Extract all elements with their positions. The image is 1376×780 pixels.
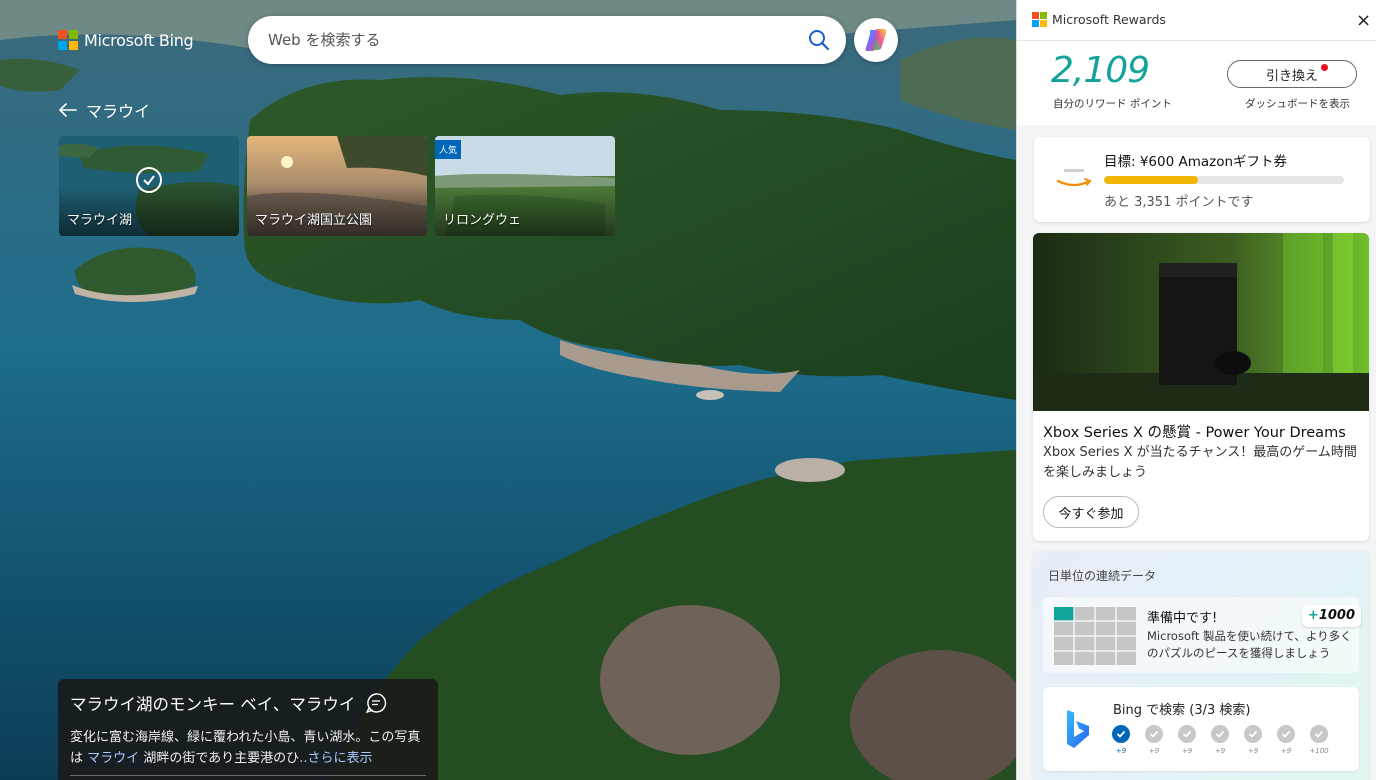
search-icon[interactable] [808,29,830,51]
caption-middle: 湖畔の街であり主要港のひ [143,751,300,766]
search-tick: +9 [1111,725,1131,755]
microsoft-logo-icon [1032,12,1047,27]
tick-points: +9 [1247,747,1259,755]
tick-points: +9 [1181,747,1193,755]
goal-remaining: あと 3,351 ポイントです [1104,195,1254,210]
notification-dot [1321,64,1328,71]
bing-logo[interactable]: Microsoft Bing [58,30,194,50]
card-lake-malawi[interactable]: マラウイ湖 [59,136,239,236]
rewards-panel: Microsoft Rewards × 2,109 自分のリワード ポイント 引… [1016,0,1376,780]
search-input[interactable] [268,28,788,52]
promo-title: Xbox Series X の懸賞 - Power Your Dreams [1043,425,1346,441]
caption-divider [70,775,426,776]
daily-streak-section: 日単位の連続データ 準備中です! Microsoft 製品を使い続けて、より多く… [1033,551,1369,780]
image-caption: マラウイ湖のモンキー ベイ、マラウイ 変化に富む海岸線、緑に覆われた小島、青い湖… [58,679,438,780]
bing-logo-icon [1067,710,1089,748]
copilot-button[interactable] [854,18,898,62]
search-tick: +9 [1177,725,1197,755]
redeem-button[interactable]: 引き換え [1227,60,1357,88]
back-arrow-icon[interactable] [58,102,78,118]
selected-check-icon [136,167,162,193]
tick-points: +9 [1214,747,1226,755]
search-tick: +9 [1210,725,1230,755]
caption-line-1: 変化に富む海岸線、緑に覆われた小島、青い湖水。この写真 [70,730,421,745]
tick-points: +9 [1280,747,1292,755]
search-box[interactable] [248,16,846,64]
card-lilongwe[interactable]: 人気 リロングウェ [435,136,615,236]
caption-text: 変化に富む海岸線、緑に覆われた小島、青い湖水。この写真 は マラウイ 湖畔の街で… [70,727,426,769]
puzzle-points: 1000 [1318,608,1355,623]
rewards-title: Microsoft Rewards [1052,12,1166,27]
breadcrumb-label: マラウイ [86,102,151,121]
breadcrumb[interactable]: マラウイ [58,98,150,122]
puzzle-card[interactable]: 準備中です! Microsoft 製品を使い続けて、より多くのパズルのピースを獲… [1043,597,1361,673]
amazon-logo-icon [1056,169,1092,187]
redeem-label: 引き換え [1265,68,1318,84]
puzzle-title: 準備中です! [1147,611,1218,626]
check-icon [1145,725,1163,743]
dashboard-link[interactable]: ダッシュボードを表示 [1245,96,1350,111]
puzzle-piece-icon [1310,725,1328,743]
puzzle-icon [1054,607,1136,665]
check-icon [1178,725,1196,743]
plus-icon: + [1307,608,1319,623]
card-label: リロングウェ [443,213,522,228]
caption-title-row: マラウイ湖のモンキー ベイ、マラウイ [70,691,426,715]
search-tick: +9 [1243,725,1263,755]
chat-icon[interactable] [365,692,387,714]
check-icon [1112,725,1130,743]
location-cards: マラウイ湖 マラウイ湖国立公園 人気 リロングウェ [59,136,615,236]
goal-progress-fill [1104,176,1198,184]
puzzle-points-badge: +1000 [1301,605,1361,627]
popular-badge: 人気 [435,140,462,159]
search-tick: +100 [1309,725,1329,755]
search-progress-ticks: +9 +9 +9 +9 +9 +9 +100 [1111,725,1329,755]
bing-search-card[interactable]: Bing で検索 (3/3 検索) +9 +9 +9 +9 +9 +9 +100 [1043,687,1359,771]
join-now-button[interactable]: 今すぐ参加 [1043,496,1139,528]
search-tick: +9 [1144,725,1164,755]
card-label: マラウイ湖国立公園 [255,213,373,228]
promo-description: Xbox Series X が当たるチャンス！最高のゲーム時間を楽しみましょう [1043,445,1357,480]
bing-search-title: Bing で検索 (3/3 検索) [1113,703,1251,718]
points-value: 2,109 [1051,50,1150,91]
background-image [0,0,1016,780]
brand-name: Microsoft Bing [84,30,194,50]
card-lake-malawi-national-park[interactable]: マラウイ湖国立公園 [247,136,427,236]
rewards-header: Microsoft Rewards [1032,12,1166,27]
copilot-icon [865,29,887,51]
show-more-link[interactable]: ..さらに表示 [299,751,372,766]
caption-line-2: は マラウイ 湖畔の街であり主要港のひ..さらに表示 [70,748,426,769]
goal-title: 目標: ¥600 Amazonギフト券 [1104,154,1288,170]
tick-points: +9 [1148,747,1160,755]
header-divider [1017,40,1376,41]
streak-title: 日単位の連続データ [1048,569,1157,583]
caption-title[interactable]: マラウイ湖のモンキー ベイ、マラウイ [70,691,355,715]
points-label: 自分のリワード ポイント [1053,98,1172,110]
check-icon [1211,725,1229,743]
tick-points: +9 [1115,747,1127,755]
goal-progress-bar [1104,176,1344,184]
search-tick: +9 [1276,725,1296,755]
tick-points: +100 [1309,747,1329,755]
caption-link[interactable]: マラウイ [87,751,139,766]
goal-card[interactable]: 目標: ¥600 Amazonギフト券 あと 3,351 ポイントです [1034,137,1370,222]
microsoft-logo-icon [58,30,78,50]
puzzle-description: Microsoft 製品を使い続けて、より多くのパズルのピースを獲得しましょう [1147,629,1352,660]
close-icon[interactable]: × [1356,12,1376,32]
card-label: マラウイ湖 [67,213,133,228]
xbox-promo-image [1033,233,1369,411]
check-icon [1244,725,1262,743]
check-icon [1277,725,1295,743]
promo-card[interactable]: Xbox Series X の懸賞 - Power Your Dreams Xb… [1033,233,1369,541]
caption-prefix: は [70,751,84,766]
